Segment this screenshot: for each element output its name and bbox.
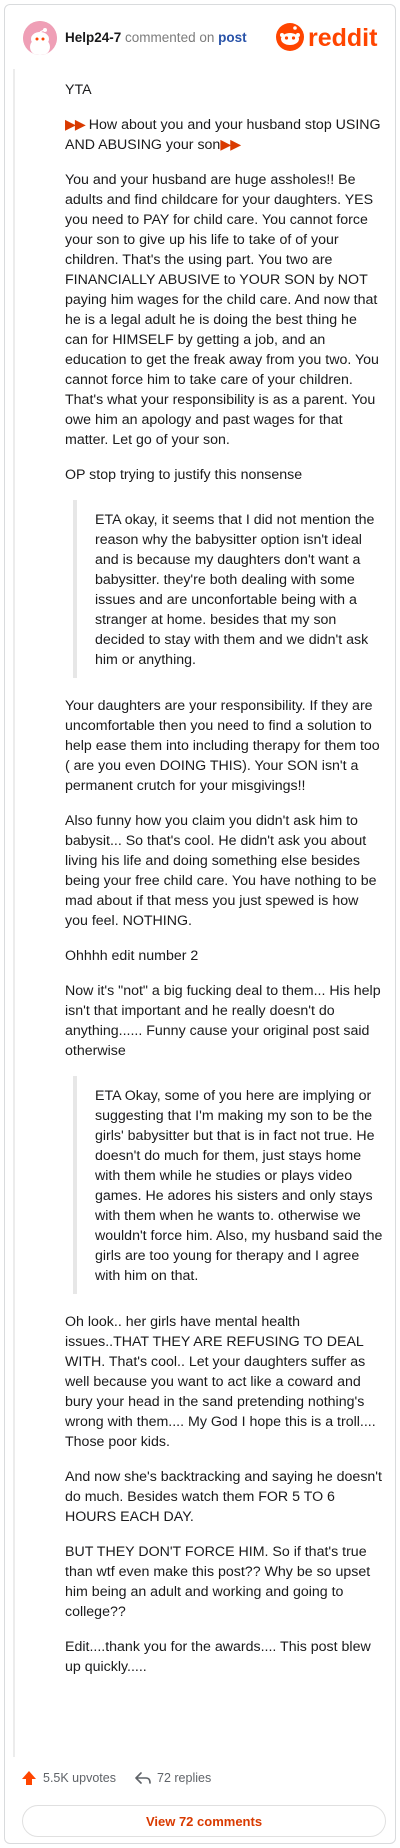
comment-body: YTA ▶▶ How about you and your husband st… xyxy=(65,80,383,1692)
comment-paragraph: BUT THEY DON'T FORCE HIM. So if that's t… xyxy=(65,1544,371,1620)
comment-paragraph: ▶▶ How about you and your husband stop U… xyxy=(65,115,383,155)
blockquote: ETA okay, it seems that I did not mentio… xyxy=(73,500,383,678)
comment-paragraph: YTA xyxy=(65,82,92,98)
comment-paragraph: Edit....thank you for the awards.... Thi… xyxy=(65,1639,371,1675)
post-link[interactable]: post xyxy=(218,30,247,45)
red-flag-icon: ▶▶ xyxy=(65,117,86,133)
blockquote: ETA Okay, some of you here are implying … xyxy=(73,1076,383,1294)
red-flag-icon: ▶▶ xyxy=(220,137,241,153)
view-comments-button[interactable]: View 72 comments xyxy=(22,1805,386,1837)
comment-paragraph: Your daughters are your responsibility. … xyxy=(65,698,380,794)
quote-text: ETA okay, it seems that I did not mentio… xyxy=(95,512,375,668)
reply-count: 72 replies xyxy=(157,1771,212,1785)
comment-paragraph: You and your husband are huge assholes!!… xyxy=(65,172,379,448)
username-link[interactable]: Help24-7 xyxy=(65,30,121,45)
upvote-count: 5.5K upvotes xyxy=(43,1771,116,1785)
comment-paragraph: OP stop trying to justify this nonsense xyxy=(65,467,303,483)
reddit-logo-icon[interactable]: reddit xyxy=(275,19,387,55)
reply-arrow-icon xyxy=(135,1772,151,1784)
commented-on-text: commented on xyxy=(125,30,215,45)
comment-paragraph: Oh look.. her girls have mental health i… xyxy=(65,1314,376,1450)
comment-paragraph: Also funny how you claim you didn't ask … xyxy=(65,813,377,929)
comment-card: Help24-7 commented on post reddit YTA ▶▶… xyxy=(4,4,396,1844)
quote-text: ETA Okay, some of you here are implying … xyxy=(95,1088,383,1284)
replies-button[interactable]: 72 replies xyxy=(135,1770,211,1786)
comment-meta: Help24-7 commented on post xyxy=(65,30,247,45)
thread-line[interactable] xyxy=(13,69,15,1757)
comment-paragraph: Ohhhh edit number 2 xyxy=(65,948,199,964)
comment-paragraph: Now it's "not" a big fucking deal to the… xyxy=(65,983,381,1059)
upvote-button[interactable]: 5.5K upvotes xyxy=(21,1770,116,1786)
comment-paragraph: And now she's backtracking and saying he… xyxy=(65,1469,382,1525)
logo-text: reddit xyxy=(308,24,378,52)
upvote-arrow-icon xyxy=(22,1771,36,1785)
snoo-avatar-icon[interactable] xyxy=(23,21,57,55)
comment-header: Help24-7 commented on post reddit xyxy=(17,17,387,57)
